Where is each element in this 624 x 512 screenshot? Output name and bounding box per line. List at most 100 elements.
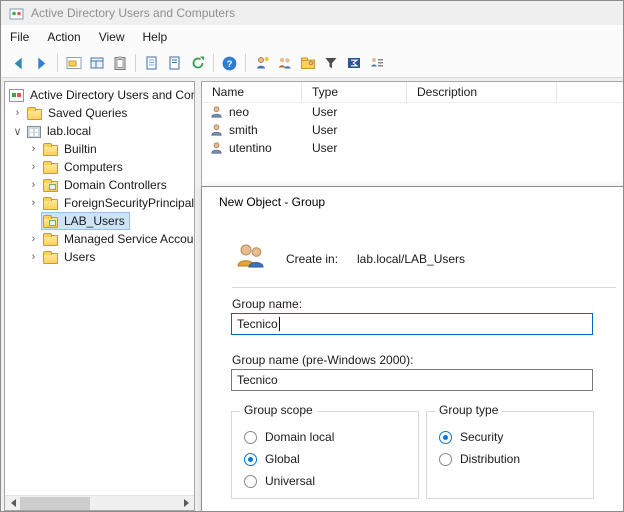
chevron-right-icon[interactable]: › <box>26 233 41 245</box>
toolbar-separator <box>245 54 246 72</box>
new-group-icon[interactable] <box>273 52 296 75</box>
ad-root-icon <box>9 89 24 102</box>
chevron-right-icon[interactable]: › <box>26 251 41 263</box>
svg-text:?: ? <box>227 59 233 70</box>
radio-global[interactable]: Global <box>244 448 418 470</box>
tree-item-label: Builtin <box>63 142 98 156</box>
radio-icon[interactable] <box>244 431 257 444</box>
menu-help[interactable]: Help <box>134 25 177 49</box>
console-tree-panel: Active Directory Users and Com › Saved Q… <box>4 81 195 511</box>
menu-action[interactable]: Action <box>38 25 89 49</box>
user-name: smith <box>229 123 258 137</box>
radio-icon[interactable] <box>439 453 452 466</box>
toolbar: ? <box>1 49 623 78</box>
advanced-icon[interactable] <box>342 52 365 75</box>
toolbar-separator <box>135 54 136 72</box>
group-type-box: Group type Security Distribution <box>426 411 594 499</box>
tree-item-saved-queries[interactable]: › Saved Queries <box>5 104 194 122</box>
window-title: Active Directory Users and Computers <box>31 6 235 20</box>
chevron-right-icon[interactable]: › <box>26 161 41 173</box>
tree-item-label: ForeignSecurityPrincipals <box>63 196 195 210</box>
chevron-right-icon[interactable]: › <box>26 197 41 209</box>
scrollbar-thumb[interactable] <box>20 497 90 510</box>
refresh-icon[interactable] <box>186 52 209 75</box>
list-item-smith[interactable]: smith User <box>202 121 623 139</box>
radio-icon[interactable] <box>244 475 257 488</box>
tree-item-users[interactable]: › Users <box>5 248 194 266</box>
create-in-label: Create in: <box>286 252 338 266</box>
back-icon[interactable] <box>7 52 30 75</box>
list-item-neo[interactable]: neo User <box>202 103 623 121</box>
column-header-description[interactable]: Description <box>407 82 557 102</box>
group-icon <box>235 242 265 273</box>
group-name-value: Tecnico <box>237 317 278 331</box>
export-list-icon[interactable] <box>140 52 163 75</box>
help-icon[interactable]: ? <box>218 52 241 75</box>
tree-item-root[interactable]: Active Directory Users and Com <box>5 86 194 104</box>
column-header-type[interactable]: Type <box>302 82 407 102</box>
tree-item-computers[interactable]: › Computers <box>5 158 194 176</box>
group-type-legend: Group type <box>435 403 502 417</box>
new-user-icon[interactable] <box>250 52 273 75</box>
tree-item-lab-users[interactable]: LAB_Users <box>5 212 194 230</box>
user-type: User <box>302 105 407 119</box>
separator <box>232 287 616 288</box>
tree-item-domain-controllers[interactable]: › Domain Controllers <box>5 176 194 194</box>
radio-icon[interactable] <box>244 453 257 466</box>
pre2000-value: Tecnico <box>237 373 278 387</box>
text-caret <box>279 317 280 331</box>
filter-icon[interactable] <box>319 52 342 75</box>
radio-universal[interactable]: Universal <box>244 470 418 492</box>
pre2000-label: Group name (pre-Windows 2000): <box>232 353 413 367</box>
tree-item-label: Managed Service Accoun <box>63 232 195 246</box>
domain-icon <box>27 126 41 138</box>
toolbar-separator <box>213 54 214 72</box>
radio-label: Distribution <box>460 452 520 466</box>
new-ou-icon[interactable] <box>296 52 319 75</box>
radio-label: Universal <box>265 474 315 488</box>
scroll-left-button[interactable] <box>5 496 20 511</box>
tree-item-label: Domain Controllers <box>63 178 168 192</box>
menu-bar: File Action View Help <box>1 25 623 49</box>
chevron-right-icon[interactable]: › <box>10 107 25 119</box>
folder-icon <box>43 235 58 246</box>
radio-security[interactable]: Security <box>439 426 593 448</box>
clipboard-icon[interactable] <box>108 52 131 75</box>
pre2000-input[interactable]: Tecnico <box>231 369 593 391</box>
ou-folder-icon <box>43 217 58 228</box>
menu-view[interactable]: View <box>90 25 134 49</box>
console-tree-icon[interactable] <box>62 52 85 75</box>
column-header-name[interactable]: Name <box>202 82 302 102</box>
aduc-window: Active Directory Users and Computers Fil… <box>0 0 624 512</box>
menu-file[interactable]: File <box>1 25 38 49</box>
radio-domain-local[interactable]: Domain local <box>244 426 418 448</box>
list-header: Name Type Description <box>202 82 623 103</box>
scrollbar-track[interactable] <box>20 496 179 511</box>
tree-item-label: Saved Queries <box>47 106 128 120</box>
tree-item-managed-service-accounts[interactable]: › Managed Service Accoun <box>5 230 194 248</box>
tree-item-foreign-security-principals[interactable]: › ForeignSecurityPrincipals <box>5 194 194 212</box>
tree-horizontal-scrollbar[interactable] <box>5 495 194 510</box>
chevron-right-icon[interactable]: › <box>26 179 41 191</box>
document-icon[interactable] <box>163 52 186 75</box>
new-object-group-dialog: New Object - Group Create in: lab.local/… <box>201 186 624 512</box>
scroll-right-button[interactable] <box>179 496 194 511</box>
group-name-input[interactable]: Tecnico <box>231 313 593 335</box>
forward-icon[interactable] <box>30 52 53 75</box>
chevron-down-icon[interactable]: ∨ <box>10 125 25 138</box>
tree-item-label: Computers <box>63 160 124 174</box>
radio-label: Domain local <box>265 430 334 444</box>
radio-icon[interactable] <box>439 431 452 444</box>
group-name-label: Group name: <box>232 297 302 311</box>
tree-item-builtin[interactable]: › Builtin <box>5 140 194 158</box>
user-name: utentino <box>229 141 272 155</box>
tree-item-lab-local[interactable]: ∨ lab.local <box>5 122 194 140</box>
radio-distribution[interactable]: Distribution <box>439 448 593 470</box>
list-item-utentino[interactable]: utentino User <box>202 139 623 157</box>
members-icon[interactable] <box>365 52 388 75</box>
chevron-right-icon[interactable]: › <box>26 143 41 155</box>
folder-icon <box>27 109 42 120</box>
properties-icon[interactable] <box>85 52 108 75</box>
create-in-value: lab.local/LAB_Users <box>357 252 465 266</box>
folder-icon <box>43 145 58 156</box>
